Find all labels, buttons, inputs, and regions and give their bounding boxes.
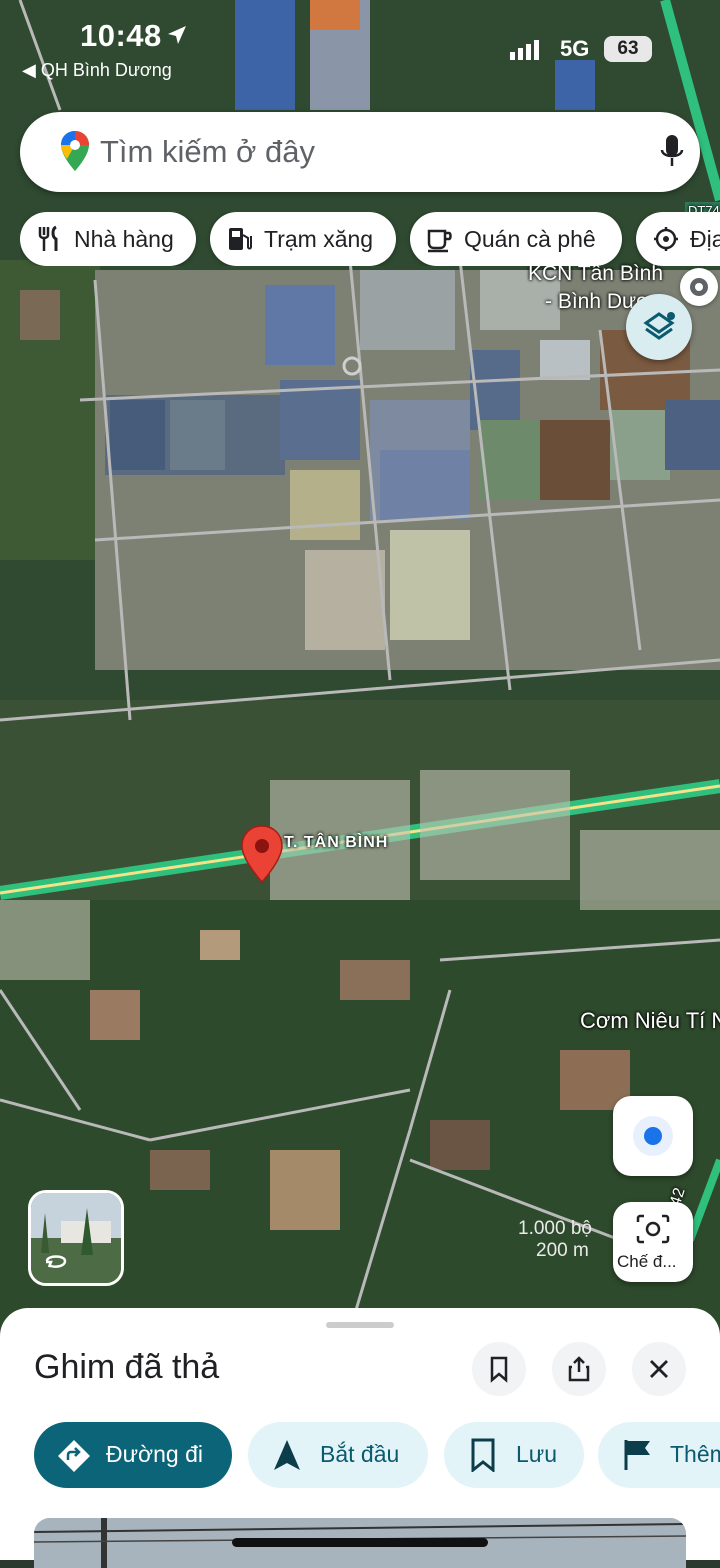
share-icon	[568, 1356, 590, 1382]
lens-mode-button[interactable]: Chế đ...	[613, 1202, 693, 1282]
directions-icon	[58, 1440, 90, 1472]
search-input[interactable]: Tìm kiếm ở đây	[100, 134, 315, 170]
back-to-app-link[interactable]: ◀ QH Bình Dương	[22, 60, 172, 81]
fork-knife-icon	[38, 225, 58, 251]
coffee-cup-icon	[427, 229, 452, 253]
share-button[interactable]	[552, 1342, 606, 1396]
chip-label: Quán cà phê	[464, 226, 596, 252]
clock: 10:48	[80, 18, 162, 53]
chip-coffee-shops[interactable]: Quán cà phê	[410, 212, 622, 266]
chip-restaurants[interactable]: Nhà hàng	[20, 212, 196, 266]
place-title: Ghim đã thả	[34, 1348, 220, 1386]
save-button[interactable]: Lưu	[444, 1422, 584, 1488]
sheet-drag-handle[interactable]	[326, 1322, 394, 1328]
bookmark-icon	[490, 1356, 508, 1383]
chip-gas-stations[interactable]: Trạm xăng	[210, 212, 396, 266]
my-location-button[interactable]	[613, 1096, 693, 1176]
chip-label: Địa	[690, 226, 720, 252]
gas-station-icon	[229, 228, 252, 250]
layers-icon	[643, 312, 675, 340]
street-view-thumbnail[interactable]	[28, 1190, 124, 1286]
category-chips: Nhà hàng Trạm xăng Quán cà phê Địa	[20, 212, 720, 266]
location-arrow-icon	[168, 26, 186, 44]
battery-level: 63	[604, 36, 652, 62]
layers-button[interactable]	[626, 294, 692, 360]
google-maps-logo-icon	[61, 131, 89, 171]
chip-label: Nhà hàng	[74, 226, 174, 252]
home-indicator[interactable]	[232, 1538, 488, 1547]
camera-scan-icon	[636, 1214, 670, 1244]
chip-label: Trạm xăng	[264, 226, 374, 252]
save-icon-button[interactable]	[472, 1342, 526, 1396]
navigation-arrow-icon	[274, 1440, 300, 1470]
lens-mode-label: Chế đ...	[617, 1252, 677, 1271]
search-bar[interactable]: Tìm kiếm ở đây	[20, 112, 700, 192]
start-label: Bắt đầu	[320, 1441, 400, 1467]
map-imagery	[0, 0, 720, 1330]
network-type: 5G	[560, 36, 590, 61]
rotate-360-icon	[45, 1255, 67, 1268]
start-button[interactable]: Bắt đầu	[248, 1422, 428, 1488]
add-label-text: Thêm	[670, 1441, 720, 1467]
status-bar: 10:48 ◀ QH Bình Dương 5G 63	[0, 0, 720, 100]
microphone-icon[interactable]	[660, 134, 684, 170]
directions-label: Đường đi	[106, 1441, 203, 1467]
close-icon	[650, 1360, 668, 1378]
save-label: Lưu	[516, 1441, 557, 1467]
scale-feet: 1.000 bộ	[518, 1218, 592, 1239]
close-button[interactable]	[632, 1342, 686, 1396]
directions-button[interactable]: Đường đi	[34, 1422, 232, 1488]
map-label-road: T. TÂN BÌNH	[284, 834, 389, 851]
place-sheet: Ghim đã thả Đường đi Bắt đầu Lưu Thêm	[0, 1308, 720, 1568]
add-label-button[interactable]: Thêm	[598, 1422, 720, 1488]
scale-meters: 200 m	[536, 1240, 589, 1261]
signal-bars-icon	[510, 40, 539, 60]
flag-icon	[624, 1440, 650, 1470]
landmark-icon	[654, 227, 678, 251]
map-label-poi[interactable]: Cơm Niêu Tí N	[580, 1008, 720, 1034]
location-dot-icon	[633, 1116, 673, 1156]
map-scale: 1.000 bộ 200 m	[500, 1218, 592, 1262]
bookmark-icon	[471, 1438, 495, 1472]
chip-attractions[interactable]: Địa	[636, 212, 720, 266]
dropped-pin-icon[interactable]	[240, 824, 284, 884]
satellite-map[interactable]: KCN Tân Bình - Bình Dươ T. TÂN BÌNH Cơm …	[0, 0, 720, 1330]
